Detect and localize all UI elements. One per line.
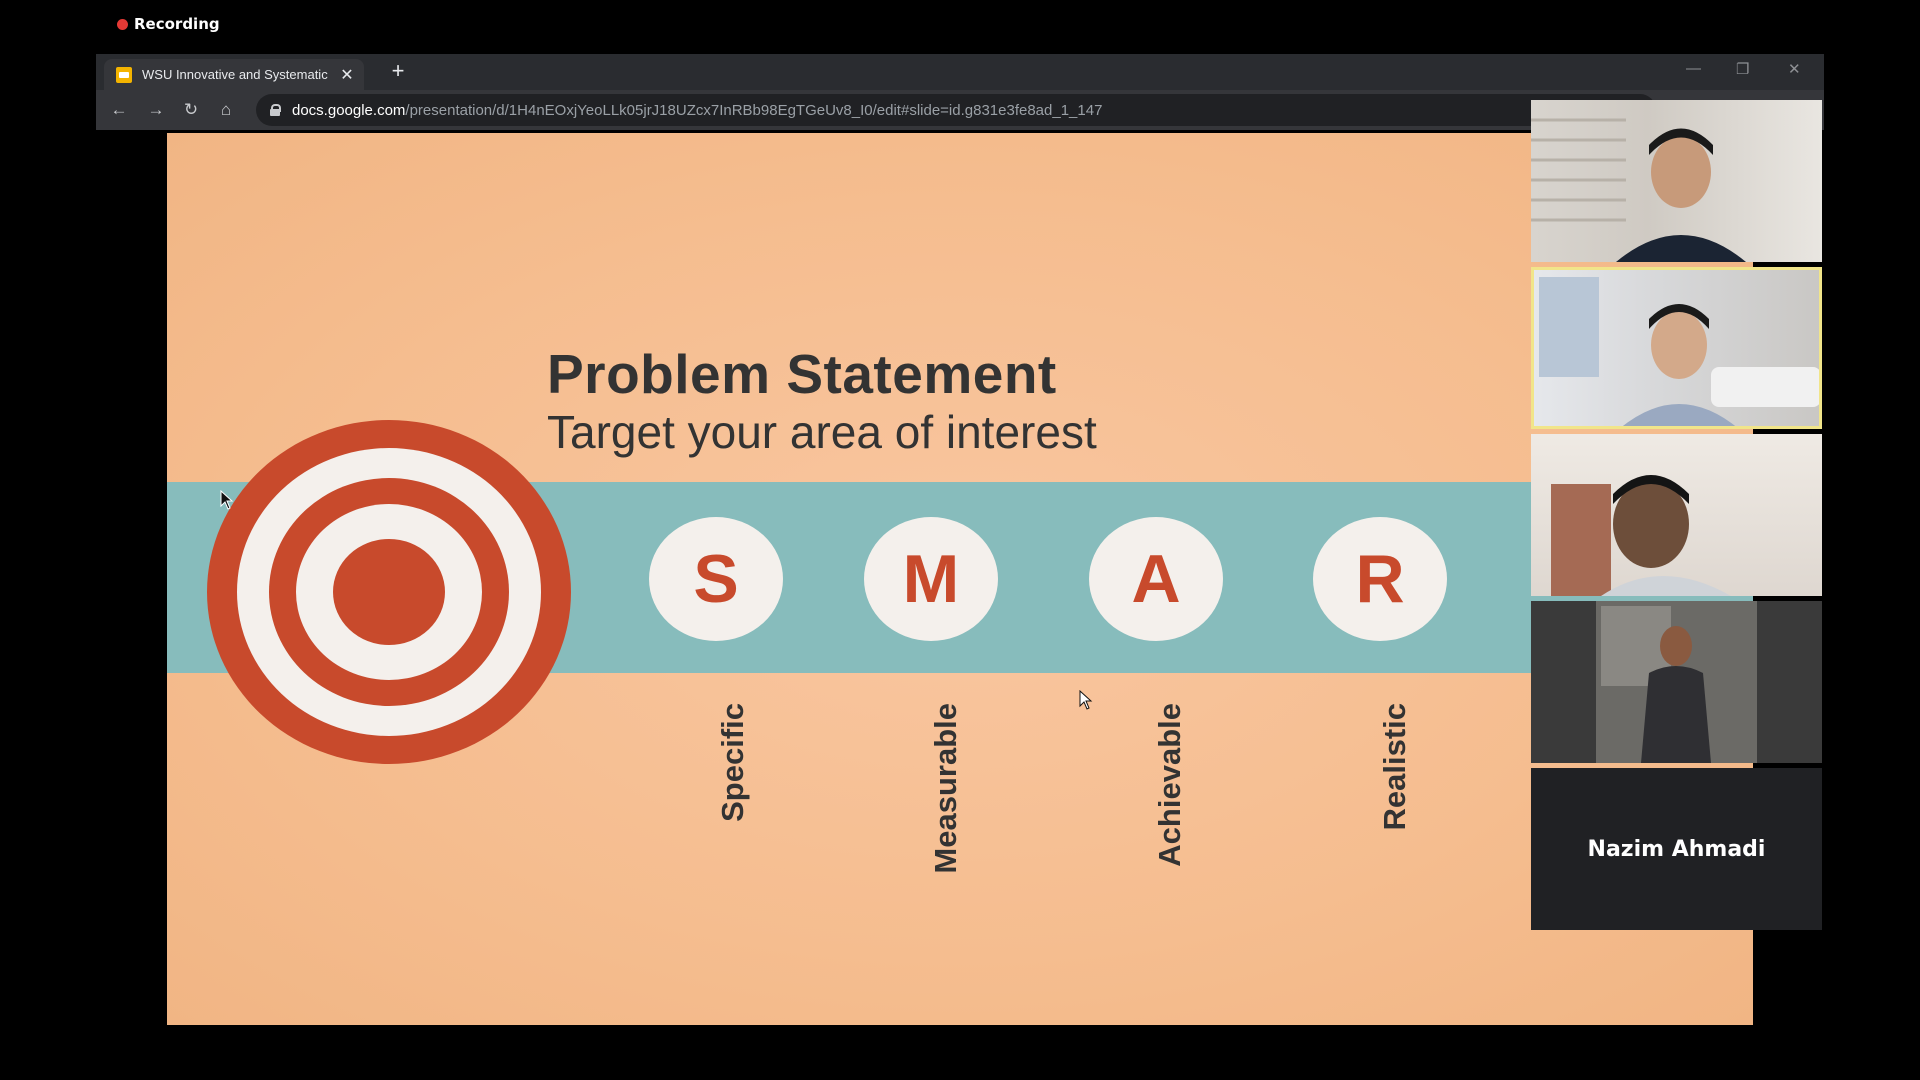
participant-avatar [1531,118,1746,262]
url-host: docs.google.com [292,101,406,119]
back-icon[interactable]: ← [106,97,132,123]
participant-video-2[interactable] [1531,267,1822,429]
word-achievable-text: Achievable [1152,703,1187,867]
word-specific: Specific [685,703,750,963]
slides-favicon-icon [116,66,132,83]
participant-video-4[interactable] [1531,601,1822,763]
home-icon[interactable]: ⌂ [213,97,239,123]
presentation-slide: Problem Statement Target your area of in… [167,133,1753,1025]
word-measurable-text: Measurable [928,703,963,874]
participant-tile-name-only[interactable]: Nazim Ahmadi [1531,768,1822,930]
lock-icon [270,104,281,116]
record-dot-icon [117,18,128,30]
address-bar[interactable]: docs.google.com/presentation/d/1H4nEOxjY… [256,94,1656,126]
tab-bar: WSU Innovative and Systematic ✕ + — ❐ ✕ [96,54,1824,90]
mouse-cursor-icon [1079,690,1093,710]
slide-subtitle: Target your area of interest [547,406,1097,458]
reload-icon[interactable]: ↻ [178,97,204,123]
word-specific-text: Specific [715,703,750,822]
participant-avatar [1596,601,1757,763]
restore-icon[interactable]: ❐ [1736,60,1749,78]
minimize-icon[interactable]: — [1686,60,1701,77]
tab-close-icon[interactable]: ✕ [336,65,358,85]
participant-video-1[interactable] [1531,100,1822,262]
word-achievable: Achievable [1122,703,1187,963]
browser-tab[interactable]: WSU Innovative and Systematic ✕ [104,59,364,90]
new-tab-button[interactable]: + [386,58,410,84]
mouse-cursor-icon [220,490,234,510]
participant-name: Nazim Ahmadi [1587,836,1766,862]
word-realistic: Realistic [1347,703,1412,963]
participant-video-3[interactable] [1531,434,1822,596]
recording-label: Recording [134,15,220,33]
letter-a: A [1089,517,1223,641]
close-window-icon[interactable]: ✕ [1788,60,1801,78]
letter-m: M [864,517,998,641]
participant-avatar [1539,277,1821,429]
word-realistic-text: Realistic [1377,703,1412,831]
recording-indicator: Recording [117,15,220,33]
word-measurable: Measurable [898,703,963,963]
target-icon [207,420,571,764]
url-path: /presentation/d/1H4nEOxjYeoLLk05jrJ18UZc… [405,101,1103,119]
letter-r: R [1313,517,1447,641]
letter-s: S [649,517,783,641]
slide-title: Problem Statement [547,343,1057,405]
tab-title: WSU Innovative and Systematic [142,67,328,82]
forward-icon[interactable]: → [143,97,169,123]
participant-avatar [1551,475,1731,596]
